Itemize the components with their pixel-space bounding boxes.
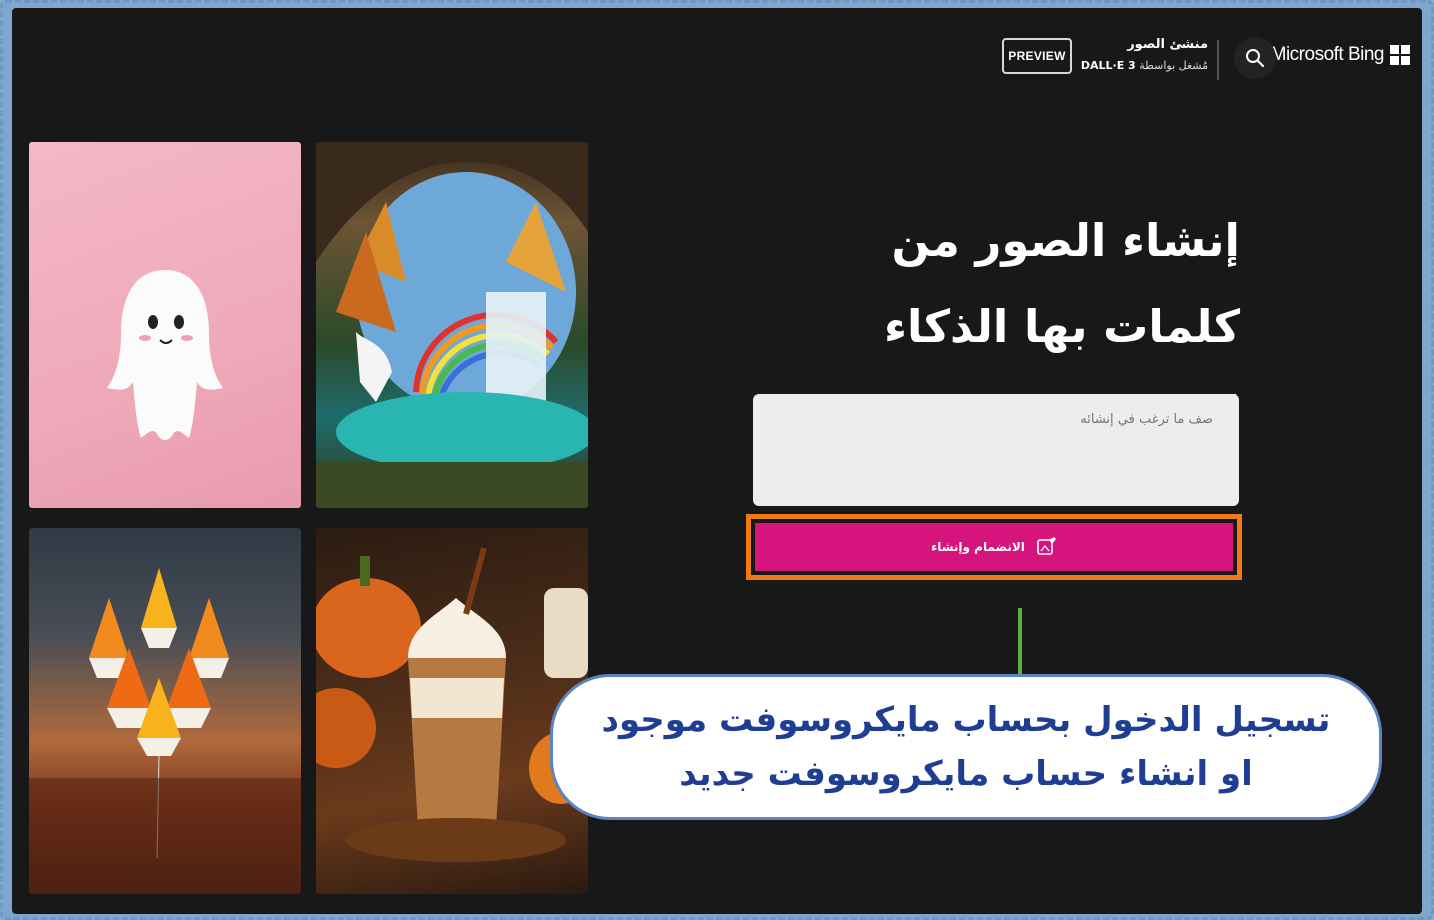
powered-prefix: مُشغل بواسطة [1139, 59, 1208, 72]
powered-by: مُشغل بواسطة DALL·E 3 [1080, 58, 1208, 74]
create-image-icon [1037, 537, 1056, 555]
hero-title-line-1: إنشاء الصور من [891, 214, 1241, 267]
brand-name: Microsoft Bing [1270, 44, 1385, 65]
join-button-label: الانضمام وإنشاء [931, 540, 1025, 554]
bing-logo[interactable]: Microsoft Bing [1271, 44, 1410, 66]
image-creator-title[interactable]: منشئ الصور مُشغل بواسطة DALL·E 3 [1080, 36, 1208, 74]
gallery-image-candy-balloons [29, 528, 301, 894]
gallery-image-waterfall [316, 142, 588, 508]
join-and-create-button[interactable]: الانضمام وإنشاء [755, 523, 1233, 571]
gallery-image-ghost [29, 142, 301, 508]
annotation-arrow [1018, 608, 1022, 680]
windows-logo-icon [1390, 45, 1410, 65]
prompt-input[interactable] [753, 394, 1239, 506]
bing-image-creator-page: Microsoft Bing منشئ الصور مُشغل بواسطة D… [12, 8, 1422, 914]
annotation-callout: تسجيل الدخول بحساب مايكروسوفت موجود او ا… [550, 674, 1382, 820]
gallery-image-latte [316, 528, 588, 894]
search-button[interactable] [1234, 37, 1276, 79]
search-icon [1246, 49, 1265, 68]
creator-name: منشئ الصور [1127, 37, 1208, 52]
preview-badge: PREVIEW [1002, 38, 1072, 74]
join-button-highlight: الانضمام وإنشاء [746, 514, 1242, 580]
header-divider [1217, 40, 1219, 80]
model-name: DALL·E 3 [1080, 59, 1136, 72]
callout-text: تسجيل الدخول بحساب مايكروسوفت موجود او ا… [601, 700, 1331, 794]
